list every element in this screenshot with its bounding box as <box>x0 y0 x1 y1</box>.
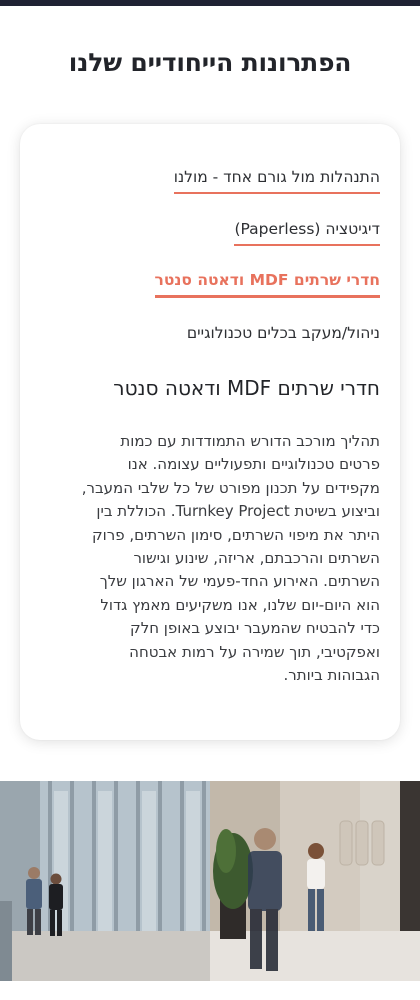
panel-body-line: הגבוהות ביותר. <box>283 666 380 685</box>
section-title: הפתרונות הייחודיים שלנו <box>68 48 352 77</box>
panel-body-line: ואפקטיבי, תוך שמירה על רמות אבטחה <box>129 642 380 661</box>
tab-paperless[interactable]: דיגיטציה (Paperless) <box>234 220 380 246</box>
office-photo <box>0 781 420 981</box>
panel-body-line: כדי להבטיח שהמעבר יבוצע באופן חלק <box>130 619 380 638</box>
panel-body-line: פרטים טכנולוגיים ותפעוליים עצומה. אנו <box>127 455 380 474</box>
panel-body-line: הוא היום-יום שלנו, אנו משקיעים מאמץ גדול <box>100 595 380 614</box>
panel-heading: חדרי שרתים MDF ודאטה סנטר <box>113 376 380 400</box>
tab-tech-tracking[interactable]: ניהול/מעקב בכלים טכנולוגיים <box>187 324 380 348</box>
top-navigation-bar <box>0 0 420 6</box>
panel-body-line: השרתים והרכבתם, אריזה, שינוע וגישור <box>133 549 380 568</box>
panel-body-line: וביצוע בשיטת Turnkey Project. הכוללת בין <box>96 502 380 521</box>
solutions-card: התנהלות מול גורם אחד - מולנו דיגיטציה (P… <box>20 124 400 740</box>
building-facade-image <box>0 781 210 981</box>
tab-server-rooms[interactable]: חדרי שרתים MDF ודאטה סנטר <box>154 271 380 298</box>
tab-single-contact[interactable]: התנהלות מול גורם אחד - מולנו <box>173 168 380 194</box>
panel-body-line: תהליך מורכב הדורש התמודדות עם כמות <box>120 432 380 450</box>
office-lobby-image <box>210 781 420 981</box>
panel-body-text: תהליך מורכב הדורש התמודדות עם כמות פרטים… <box>44 430 380 687</box>
panel-body-line: מקפידים על תכנון מפורט של כל שלבי המעבר, <box>81 478 380 497</box>
panel-body-line: השרתים. האירוע החד-פעמי של הארגון שלך <box>99 572 380 591</box>
building-facade-illustration <box>0 781 210 981</box>
office-lobby-illustration <box>210 781 420 981</box>
footer-spacer <box>0 981 420 1000</box>
panel-body-line: היתר את מיפוי השרתים, סימון השרתים, פרוק <box>92 525 380 544</box>
